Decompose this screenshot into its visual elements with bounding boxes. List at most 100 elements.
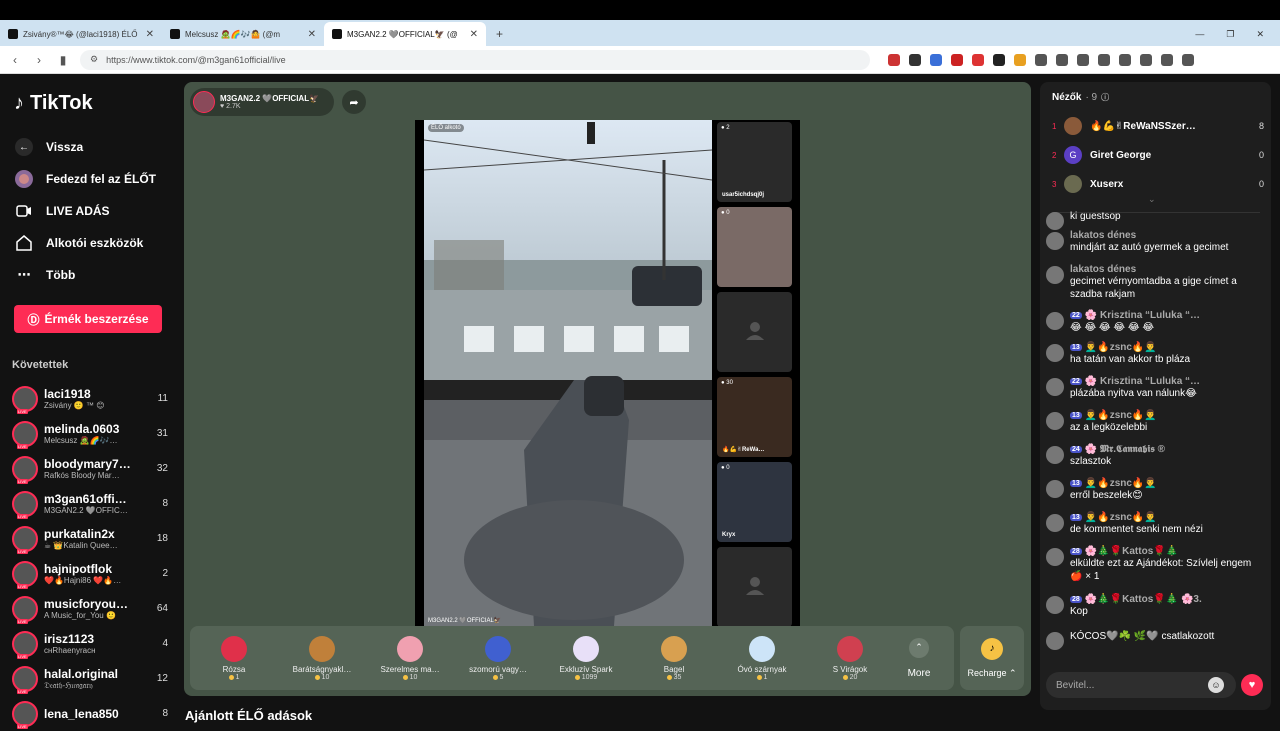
extension-icon[interactable] [951,53,963,66]
following-text: bloodymary7… Rafkós Bloody Mar… [44,457,142,480]
guest-slot[interactable] [717,547,792,627]
chat-message[interactable]: 22 🌸 Krisztina “Luluka “… 😂 😂 😂 😂 😂 😂 [1046,310,1266,334]
nav-explore-live[interactable]: Fedezd fel az ÉLŐT [14,163,168,195]
tab-title: Zsivány®™😂 (@laci1918) ÉLŐ [23,29,138,39]
following-item[interactable]: halal.original 𝔇𝔢𝔞𝔱𝔥-ℌ𝔲𝔫𝔤𝔞𝔯𝔶 12 [12,661,168,696]
chat-message[interactable]: lakatos dénes mindjárt az autó gyermek a … [1046,230,1266,254]
gift-item[interactable]: szomorú vagy… 5 [454,635,542,681]
close-tab-icon[interactable]: ✕ [308,29,316,40]
extension-icon[interactable] [1161,53,1173,66]
guest-slot[interactable]: ● 30 🔥💪✌ReWa… [717,377,792,457]
guest-count: ● 30 [721,380,733,386]
extension-icon[interactable] [1056,53,1068,66]
chat-message[interactable]: lakatos dénes gecimet vérnyomtadba a gige… [1046,264,1266,301]
more-gifts-button[interactable]: ⌃ More [894,637,944,679]
extension-icon[interactable] [972,53,984,66]
chat-username: 28 🌸🎄🌹Kattos🌹🎄 [1070,546,1264,557]
gift-item[interactable]: Bagel 35 [630,635,718,681]
close-window-icon[interactable]: ✕ [1256,29,1264,40]
tiktok-favicon-icon [8,29,18,39]
emoji-icon[interactable]: ☺ [1208,677,1224,693]
level-badge: 13 [1070,412,1082,419]
new-tab-icon[interactable]: + [486,22,513,46]
viewer-row[interactable]: 1 🔥💪✌ReWaNSSzer… 8 [1052,116,1264,136]
chat-text: de kommentet senki nem nézi [1070,524,1203,535]
viewer-row[interactable]: 2 G Giret George 0 [1052,145,1264,165]
gift-item[interactable]: Exkluzív Spark 1099 [542,635,630,681]
extension-icon[interactable] [909,53,921,66]
chat-message[interactable]: 22 🌸 Krisztina “Luluka “… plázába nyitva v… [1046,376,1266,400]
gift-item[interactable]: S Virágok 20 [806,635,894,681]
following-item[interactable]: melinda.0603 Melcsusz 🧟🌈🎶… 31 [12,416,168,451]
chat-message[interactable]: 28 🌸🎄🌹Kattos🌹🎄 elküldte ezt az Ajándékot: … [1046,546,1266,583]
extension-icon[interactable] [993,53,1005,66]
guest-slot[interactable]: ● 2 usar5ichdsqj0j [717,122,792,202]
guest-slot[interactable]: ● 0 [717,207,792,287]
chat-message[interactable]: 13 👨‍🦱🔥zsnc🔥👨‍🦱 de kommentet senki nem néz… [1046,512,1266,536]
extension-icon[interactable] [1035,53,1047,66]
tiktok-logo[interactable]: ♪ TikTok [14,92,168,115]
nav-live-broadcast[interactable]: LIVE ADÁS [14,195,168,227]
extension-icon[interactable] [930,53,942,66]
extension-icon[interactable] [888,53,900,66]
following-subtitle: Rafkós Bloody Mar… [44,471,120,480]
browser-tab-1[interactable]: Zsivány®™😂 (@laci1918) ÉLŐ ✕ [0,22,162,46]
minimize-icon[interactable]: — [1195,29,1204,39]
nav-back[interactable]: ← Vissza [14,131,168,163]
chat-message[interactable]: 24 🌸 𝕸𝖗.𝕮𝖆𝖓𝖓𝖆𝖇𝖎𝖘 ® szlasztok [1046,444,1266,468]
following-item[interactable]: musicforyou… A Music_for_You 🙂 64 [12,591,168,626]
extension-icon[interactable] [1077,53,1089,66]
recharge-button[interactable]: ♪ Recharge ⌃ [960,626,1024,690]
chat-message[interactable]: 13 👨‍🦱🔥zsnc🔥👨‍🦱 az a legközelebbi [1046,410,1266,434]
gift-price-value: 1099 [581,673,598,681]
extension-icon[interactable] [1140,53,1152,66]
site-info-icon[interactable]: ⚙ [90,54,98,65]
gift-item[interactable]: Rózsa 1 [190,635,278,681]
guest-slot[interactable] [717,292,792,372]
restore-icon[interactable]: ❐ [1226,29,1234,40]
following-item[interactable]: m3gan61offi… M3GAN2.2 🩶OFFIC… 8 [12,486,168,521]
viewer-row[interactable]: 3 Xuserx 0 [1052,174,1264,194]
chat-message[interactable]: KÓCOS🩶☘️ 🌿🩶 csatlakozott [1046,630,1266,650]
close-tab-icon[interactable]: ✕ [470,29,478,40]
following-item[interactable]: hajnipotflok ❤️🔥Hajni86 ❤️🔥… 2 [12,556,168,591]
menu-icon[interactable] [1182,53,1194,66]
forward-icon[interactable]: › [32,53,46,67]
coin-icon [314,674,320,680]
following-item[interactable]: irisz1123 ᴄʜRhaenyrасн 4 [12,626,168,661]
chat-message[interactable]: 13 👨‍🦱🔥zsnc🔥👨‍🦱 ha tatán van akkor tb pláz… [1046,342,1266,366]
following-item[interactable]: bloodymary7… Rafkós Bloody Mar… 32 [12,451,168,486]
chat-message[interactable]: 13 👨‍🦱🔥zsnc🔥👨‍🦱 erről beszelek😊 [1046,478,1266,502]
info-icon[interactable]: ⓘ [1101,92,1109,103]
chat-message[interactable]: ki guestsop [1046,210,1266,230]
guest-slot[interactable]: ● 0 Kryx [717,462,792,542]
chevron-down-icon[interactable]: ⌄ [1148,194,1156,205]
get-coins-button[interactable]: Ⓓ Érmék beszerzése [14,305,162,333]
nav-creator-tools[interactable]: Alkotói eszközök [14,227,168,259]
following-item[interactable]: laci1918 Zsivány 🙂 ™ 😊 11 [12,381,168,416]
gift-item[interactable]: Óvó szárnyak 1 [718,635,806,681]
close-tab-icon[interactable]: ✕ [146,29,154,40]
following-item[interactable]: purkatalin2x ☕ 👑Katalin Quee… 18 [12,521,168,556]
host-chip[interactable]: M3GAN2.2 🩶OFFICIAL🦅 ♥ 2.7K [190,88,334,116]
heart-icon[interactable]: ♥ [1241,674,1263,696]
share-icon[interactable]: ➦ [342,90,366,114]
chat-message-body: 28 🌸🎄🌹Kattos🌹🎄 elküldte ezt az Ajándékot: … [1070,546,1264,583]
url-field[interactable]: ⚙ https://www.tiktok.com/@m3gan61officia… [80,49,870,70]
extension-icon[interactable] [1014,53,1026,66]
browser-tab-3-active[interactable]: M3GAN2.2 🩶OFFICIAL🦅 (@ ✕ [324,22,486,46]
chat-message[interactable]: 28 🌸🎄🌹Kattos🌹🎄 🌸3. Kop [1046,594,1266,618]
extension-icon[interactable] [1119,53,1131,66]
browser-tab-2[interactable]: Melcsusz 🧟🌈🎶🤷 (@m ✕ [162,22,324,46]
back-icon[interactable]: ‹ [8,53,22,67]
extension-icon[interactable] [1098,53,1110,66]
nav-more[interactable]: ⋯ Több [14,259,168,291]
following-item[interactable]: lena_lena850 8 [12,696,168,731]
gift-item[interactable]: Szerelmes ma… 10 [366,635,454,681]
main-video-feed[interactable]: ÉLŐ alkotó M3GAN2.2 🩶OFFICIAL🦅 [424,120,712,626]
chat-username-text: 🌸 𝕸𝖗.𝕮𝖆𝖓𝖓𝖆𝖇𝖎𝖘 ® [1084,444,1165,455]
gift-item[interactable]: Barátságnyakl… 10 [278,635,366,681]
bookmark-icon[interactable]: ▮ [56,53,70,67]
live-video[interactable]: ÉLŐ alkotó M3GAN2.2 🩶OFFICIAL🦅 ● 2 usar5i… [415,120,800,627]
extensions-bar [888,53,1194,66]
